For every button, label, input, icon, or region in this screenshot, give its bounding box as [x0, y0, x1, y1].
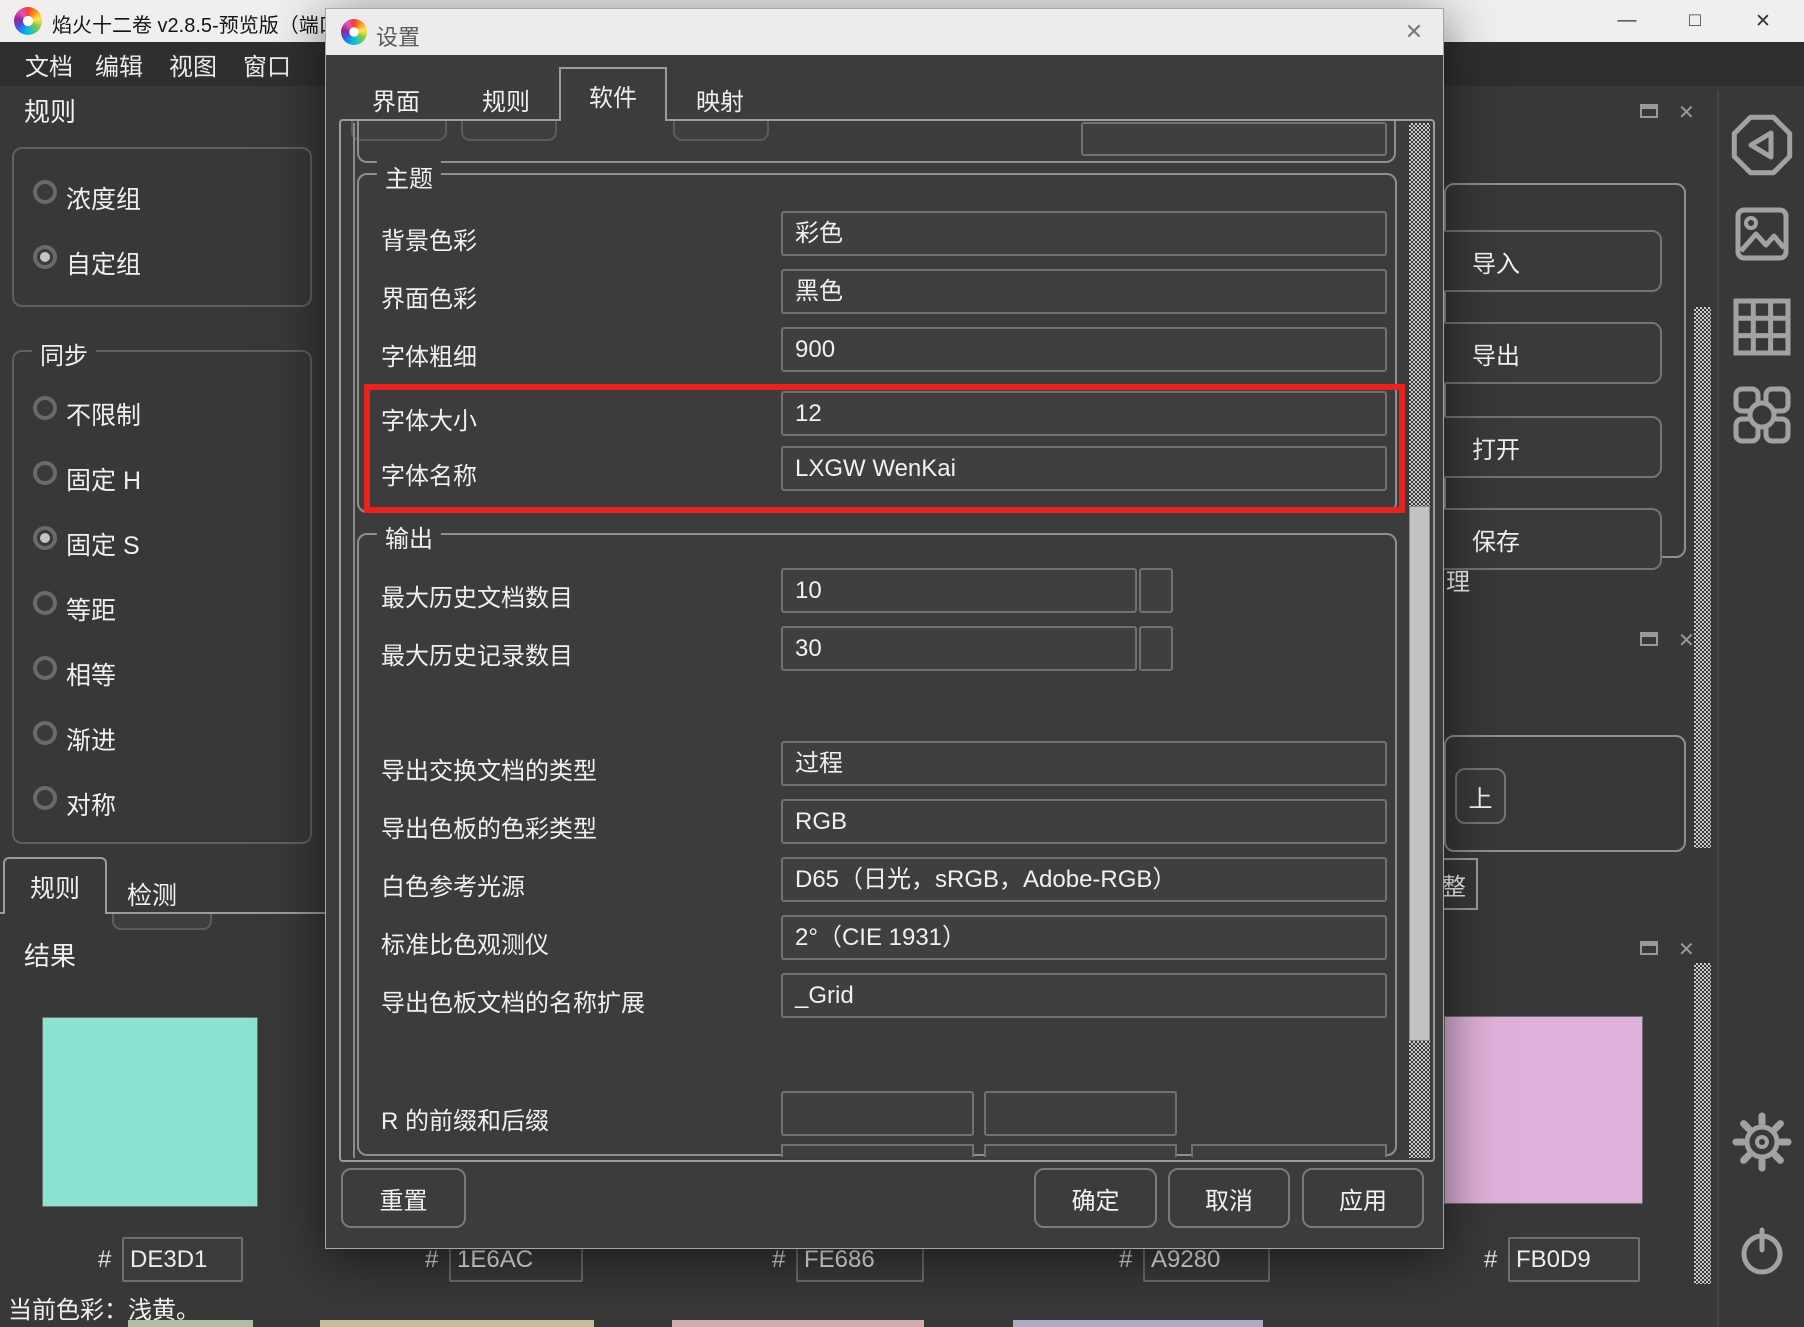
radio-label: 固定 S — [66, 526, 140, 562]
hex-prefix: # — [98, 1246, 111, 1274]
dock-float-icon[interactable] — [1640, 632, 1658, 646]
hex-prefix: # — [772, 1246, 785, 1274]
clipped-manage-label: 理 — [1446, 562, 1470, 597]
result-color-swatch[interactable] — [42, 1017, 258, 1207]
radio-label: 等距 — [66, 591, 116, 627]
ok-button[interactable]: 确定 — [1034, 1168, 1157, 1228]
hex-prefix: # — [425, 1246, 438, 1274]
dialog-title: 设置 — [376, 20, 420, 52]
bottom-swatch-strip[interactable] — [320, 1320, 594, 1327]
cancel-button[interactable]: 取消 — [1168, 1168, 1290, 1228]
radio-label: 对称 — [66, 786, 116, 822]
layout-shapes-icon[interactable] — [1729, 382, 1795, 448]
bottom-swatch-strip[interactable] — [1013, 1320, 1263, 1327]
apply-button[interactable]: 应用 — [1302, 1168, 1424, 1228]
close-button[interactable]: ✕ — [1732, 0, 1794, 42]
splitter-handle[interactable] — [1694, 307, 1711, 848]
radio-label: 不限制 — [66, 396, 141, 432]
up-button[interactable]: 上 — [1455, 768, 1506, 824]
menu-item-view[interactable]: 视图 — [162, 42, 224, 86]
radio-concentration-group[interactable] — [33, 180, 57, 204]
hex-prefix: # — [1119, 1246, 1132, 1274]
dock-float-icon[interactable] — [1640, 104, 1658, 118]
radio-label: 相等 — [66, 656, 116, 692]
app-logo-icon — [14, 7, 42, 35]
splitter-handle[interactable] — [1694, 963, 1711, 1284]
bottom-swatch-strip[interactable] — [672, 1320, 924, 1327]
toolbar-divider — [1717, 90, 1719, 1327]
grid-icon[interactable] — [1731, 296, 1793, 358]
rules-section-label: 规则 — [24, 92, 76, 129]
hex-value-field[interactable]: DE3D1 — [122, 1237, 243, 1282]
radio-symmetric[interactable] — [33, 786, 57, 810]
bottom-swatch-strip[interactable] — [128, 1320, 253, 1327]
dialog-titlebar: 设置 ✕ — [326, 9, 1443, 55]
radio-fixed-h[interactable] — [33, 461, 57, 485]
menu-item-edit[interactable]: 编辑 — [88, 42, 150, 86]
menu-item-window[interactable]: 窗口 — [236, 42, 298, 86]
dock-float-icon[interactable] — [1640, 941, 1658, 955]
dialog-logo-icon — [341, 19, 367, 45]
radio-equal[interactable] — [33, 656, 57, 680]
image-icon[interactable] — [1734, 206, 1790, 262]
radio-label: 浓度组 — [66, 180, 141, 216]
sidebar-tab-detect[interactable]: 检测 — [127, 876, 177, 912]
window-title: 焰火十二卷 v2.8.5-预览版（端口：2 — [52, 9, 370, 38]
menu-item-document[interactable]: 文档 — [18, 42, 80, 86]
dock-close-icon[interactable]: ✕ — [1678, 100, 1695, 125]
tab-base-detect — [112, 914, 212, 930]
radio-equidistant[interactable] — [33, 591, 57, 615]
dock-close-icon[interactable]: ✕ — [1678, 628, 1695, 653]
dialog-tab-software[interactable]: 软件 — [559, 67, 667, 121]
sync-group-title: 同步 — [32, 336, 96, 371]
radio-label: 自定组 — [66, 245, 141, 281]
sidebar-tab-rules[interactable]: 规则 — [3, 857, 107, 914]
hex-value-field[interactable]: FB0D9 — [1508, 1237, 1640, 1282]
radio-custom-group[interactable] — [33, 245, 57, 269]
dialog-tab-interface[interactable]: 界面 — [356, 79, 436, 119]
hex-prefix: # — [1484, 1246, 1497, 1274]
power-info-icon[interactable] — [1737, 1226, 1787, 1276]
radio-label: 固定 H — [66, 461, 141, 497]
maximize-button[interactable]: □ — [1664, 0, 1726, 42]
radio-gradual[interactable] — [33, 721, 57, 745]
dialog-tab-rules[interactable]: 规则 — [466, 79, 546, 119]
dialog-tab-mapping[interactable]: 映射 — [680, 79, 760, 119]
settings-gear-icon[interactable] — [1732, 1112, 1792, 1172]
radio-fixed-s[interactable] — [33, 526, 57, 550]
app-window: 焰火十二卷 v2.8.5-预览版（端口：2 — □ ✕ 文档 编辑 视图 窗口 … — [0, 0, 1804, 1327]
result-label: 结果 — [24, 936, 76, 973]
panel-color-swatch[interactable] — [1444, 1016, 1643, 1204]
reset-button[interactable]: 重置 — [341, 1168, 466, 1228]
minimize-button[interactable]: — — [1596, 0, 1658, 42]
settings-dialog: 设置 ✕ 界面 规则 软件 映射 主题 背景色彩 彩色 界面色彩 黑色 字体粗细… — [325, 8, 1444, 1249]
rules-octagon-icon[interactable] — [1729, 112, 1795, 178]
sync-group-box: 同步 — [12, 350, 312, 844]
dock-close-icon[interactable]: ✕ — [1678, 937, 1695, 962]
dialog-close-icon[interactable]: ✕ — [1398, 17, 1430, 47]
radio-unlimited[interactable] — [33, 396, 57, 420]
tab-pane-frame — [339, 119, 1435, 1162]
rule-group-box — [12, 147, 312, 307]
radio-label: 渐进 — [66, 721, 116, 757]
